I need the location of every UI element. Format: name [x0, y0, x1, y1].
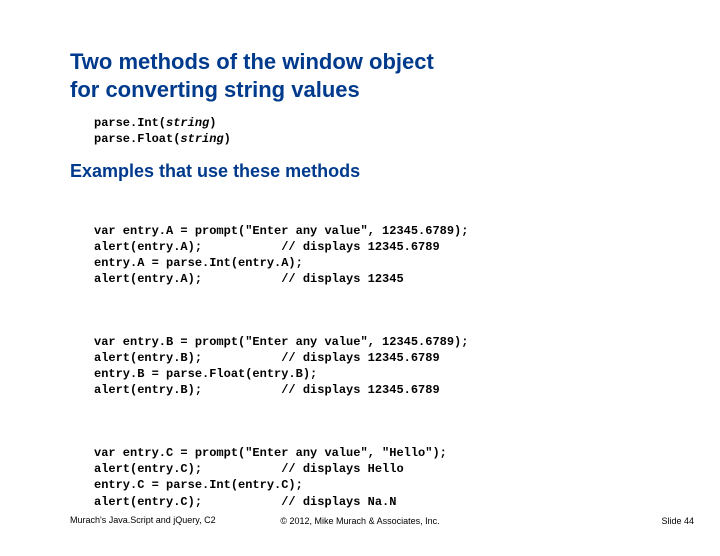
method-2-name: parse.Float(: [94, 132, 180, 146]
code-block-2: var entry.B = prompt("Enter any value", …: [94, 334, 660, 399]
method-1-name: parse.Int(: [94, 116, 166, 130]
code-examples: var entry.A = prompt("Enter any value", …: [70, 190, 660, 556]
method-1-arg: string: [166, 116, 209, 130]
method-1: parse.Int(string): [94, 115, 660, 131]
method-1-close: ): [209, 116, 216, 130]
footer-center: © 2012, Mike Murach & Associates, Inc.: [280, 516, 439, 526]
footer-right: Slide 44: [661, 516, 694, 526]
slide-title: Two methods of the window object for con…: [70, 48, 660, 103]
code-block-3: var entry.C = prompt("Enter any value", …: [94, 445, 660, 510]
method-2-close: ): [224, 132, 231, 146]
examples-heading: Examples that use these methods: [70, 161, 660, 182]
title-line2: for converting string values: [70, 77, 360, 102]
method-2: parse.Float(string): [94, 131, 660, 147]
title-line1: Two methods of the window object: [70, 49, 434, 74]
footer-left: Murach's Java.Script and jQuery, C2: [70, 515, 216, 526]
code-block-1: var entry.A = prompt("Enter any value", …: [94, 223, 660, 288]
method-signatures: parse.Int(string) parse.Float(string): [70, 115, 660, 147]
slide-body: Two methods of the window object for con…: [0, 0, 720, 556]
slide-footer: Murach's Java.Script and jQuery, C2 © 20…: [0, 515, 720, 526]
method-2-arg: string: [180, 132, 223, 146]
